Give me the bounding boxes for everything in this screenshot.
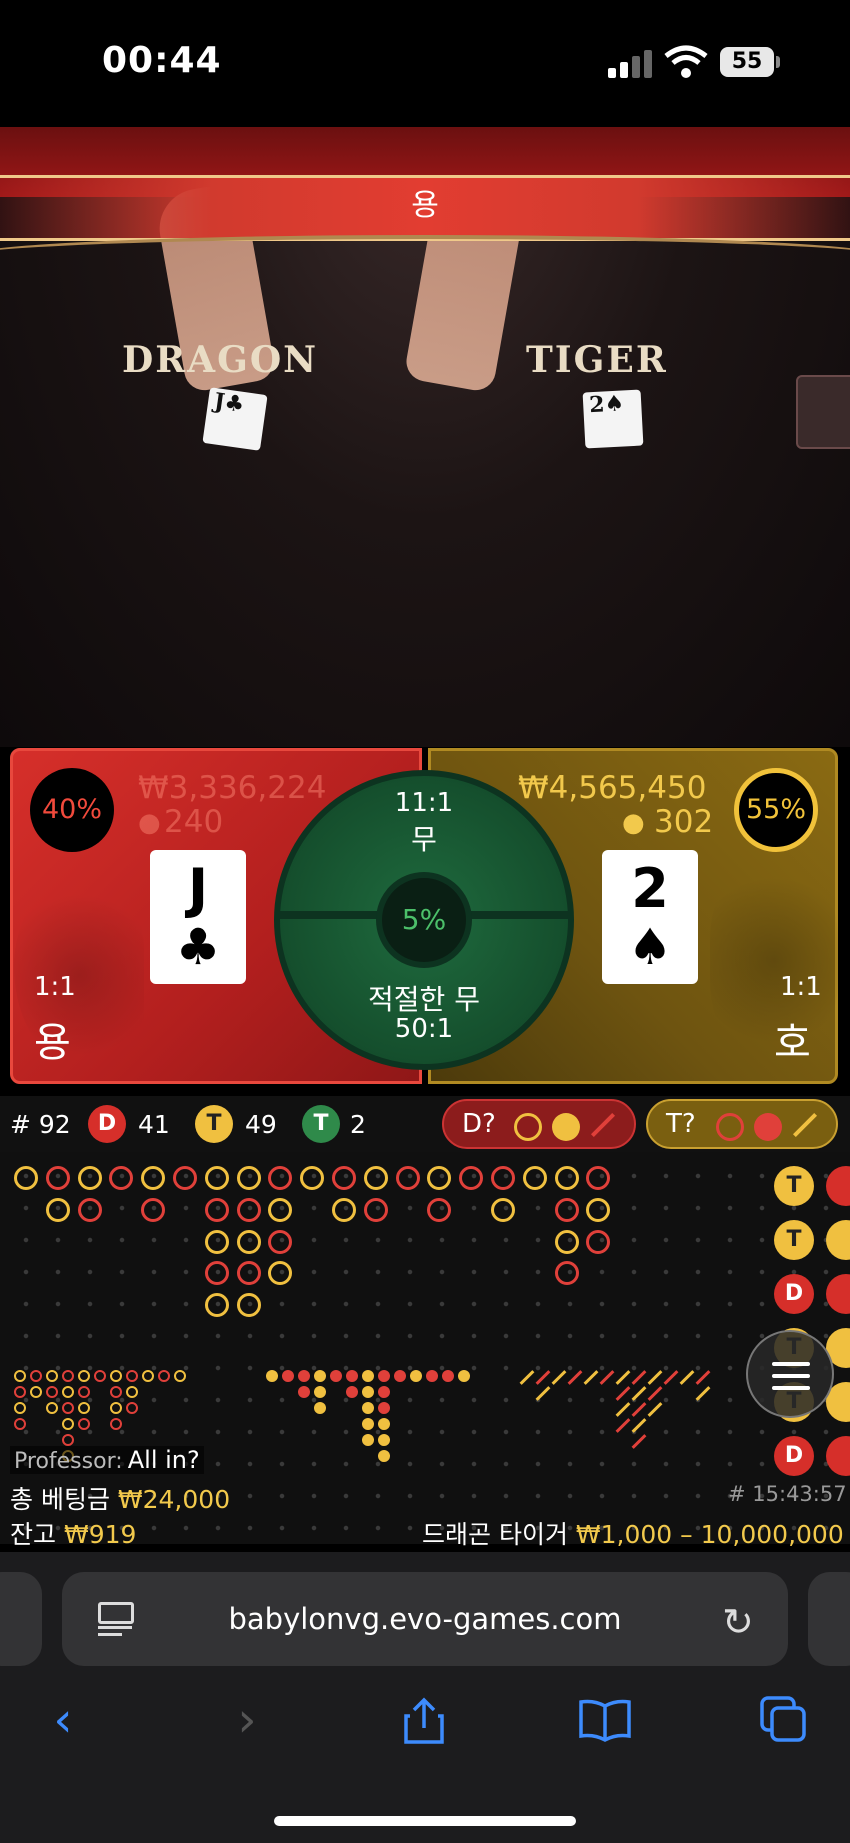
chat-message: All in? (127, 1446, 200, 1474)
bet-limits: ₩1,000 – 10,000,000 (575, 1520, 844, 1549)
table-dragon-label: DRAGON (122, 339, 319, 381)
forward-icon[interactable]: › (212, 1692, 282, 1748)
cellular-signal-icon (608, 50, 654, 78)
suited-tie-name[interactable]: 적절한 무 (274, 978, 574, 1018)
tiger-badge: T (195, 1105, 233, 1143)
tiger-card-rank: 2 (631, 857, 669, 920)
dragon-players-count: 240 (164, 804, 224, 840)
tabs-icon[interactable] (760, 1696, 808, 1744)
dragon-badge: D (88, 1105, 126, 1143)
dragon-name: 용 (34, 1020, 71, 1066)
table-card-dragon: J♣ (202, 387, 268, 451)
tie-wins-count: 2 (350, 1110, 366, 1139)
tiger-predict-button[interactable]: T? (646, 1099, 838, 1149)
dragon-odds: 1:1 (34, 972, 76, 1002)
url-text: babylonvg.evo-games.com (228, 1602, 622, 1636)
card-shoe (796, 375, 850, 449)
tie-odds: 11:1 (394, 788, 454, 818)
home-indicator (274, 1816, 576, 1826)
round-id: # 15:43:57 (728, 1482, 847, 1506)
tiger-wins-count: 49 (245, 1110, 277, 1139)
status-time: 00:44 (102, 40, 222, 81)
chat-line: Professor: All in? (10, 1446, 204, 1474)
table-edge (0, 235, 850, 279)
tiger-card: 2 ♠ (602, 850, 698, 984)
suited-tie-odds: 50:1 (394, 1014, 454, 1044)
tie-percent: 5% (376, 872, 472, 968)
menu-icon (772, 1362, 810, 1366)
tiger-name: 호 (774, 1020, 811, 1066)
total-bet-value: ₩24,000 (117, 1485, 231, 1514)
predict-slash-icon (792, 1112, 818, 1138)
predict-bead-icon (552, 1113, 580, 1141)
bookmarks-icon[interactable] (578, 1698, 632, 1742)
tiger-card-suit: ♠ (627, 918, 673, 976)
battery-icon: 55 (720, 47, 774, 77)
bead-road-badge: D (774, 1436, 814, 1476)
dragon-players-icon: ● (138, 808, 161, 838)
tiger-odds: 1:1 (780, 972, 822, 1002)
previous-tab[interactable] (0, 1572, 42, 1666)
dragon-card-rank: J (187, 857, 209, 920)
dragon-predict-button[interactable]: D? (442, 1099, 636, 1149)
dragon-percent: 40% (30, 768, 114, 852)
result-banner-text: 용 (411, 188, 439, 223)
battery-tip (776, 56, 780, 68)
back-icon[interactable]: ‹ (28, 1692, 98, 1748)
balance: 잔고 ₩919 (10, 1515, 136, 1551)
table-tiger-label: TIGER (526, 339, 668, 381)
tiger-players-icon: ● (622, 808, 645, 838)
table-card-tiger: 2♠ (582, 389, 644, 449)
balance-value: ₩919 (63, 1520, 137, 1549)
bead-road-column: TTDTTD (774, 1166, 818, 1476)
menu-button[interactable] (746, 1330, 834, 1418)
dragon-card: J ♣ (150, 850, 246, 984)
predict-slash-icon (590, 1112, 616, 1138)
predict-bead-icon (754, 1113, 782, 1141)
balance-label: 잔고 (10, 1520, 57, 1549)
tiger-percent: 55% (734, 768, 818, 852)
tiger-players-count: 302 (654, 804, 714, 840)
bead-road-badge: T (774, 1166, 814, 1206)
tiger-predict-label: T? (666, 1109, 696, 1139)
wifi-icon (664, 44, 708, 80)
bead-road-badge: D (774, 1274, 814, 1314)
predict-big-road-icon (514, 1113, 542, 1141)
tie-name: 무 (411, 823, 437, 856)
dragon-wins-count: 41 (138, 1110, 170, 1139)
tie-badge: T (302, 1105, 340, 1143)
bead-road-badge: T (774, 1220, 814, 1260)
chat-user: Professor: (14, 1449, 123, 1474)
dragon-card-suit: ♣ (175, 918, 221, 976)
dragon-predict-label: D? (462, 1109, 496, 1139)
total-bet: 총 베팅금 ₩24,000 (10, 1480, 230, 1516)
bead-road-edge (826, 1166, 850, 1476)
live-video: 용 DRAGON TIGER J♣ 2♠ (0, 127, 850, 747)
reload-icon[interactable]: ↻ (722, 1600, 754, 1644)
table-name: 드래곤 타이거 (422, 1520, 568, 1549)
total-bet-label: 총 베팅금 (10, 1485, 110, 1514)
share-icon[interactable] (402, 1696, 446, 1746)
round-number: # 92 (10, 1110, 71, 1139)
next-tab[interactable] (808, 1572, 850, 1666)
predict-big-road-icon (716, 1113, 744, 1141)
table-limits: 드래곤 타이거 ₩1,000 – 10,000,000 (422, 1515, 844, 1551)
